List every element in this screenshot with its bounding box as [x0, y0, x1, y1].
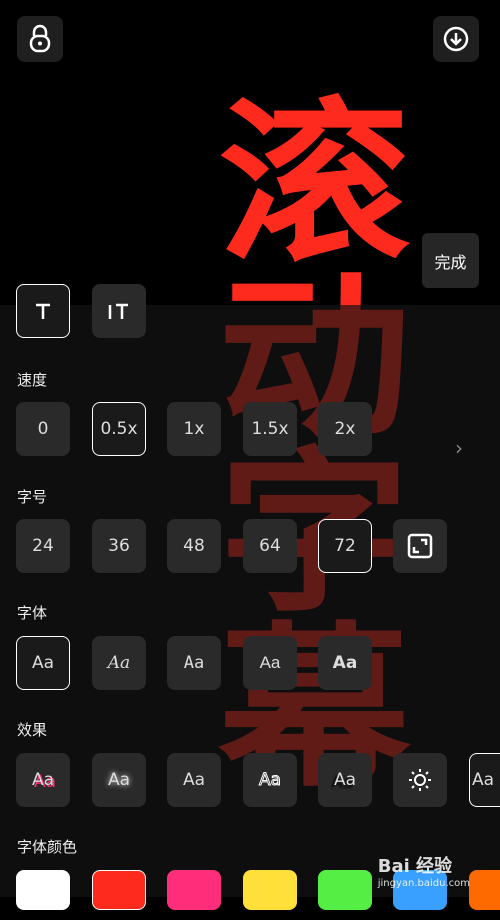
color-swatch-orange[interactable]	[469, 870, 500, 910]
size-option[interactable]: 36	[92, 519, 146, 573]
speed-option[interactable]: 1.5x	[243, 402, 297, 456]
watermark-text: Bai 经验	[377, 856, 453, 877]
effect-label: 效果	[17, 721, 48, 739]
settings-panel	[0, 305, 500, 897]
effect-option[interactable]: Aa	[469, 753, 500, 807]
font-option[interactable]: Aa	[318, 636, 372, 690]
speed-option[interactable]: 0.5x	[92, 402, 146, 456]
fit-size-button[interactable]	[393, 519, 447, 573]
size-option[interactable]: 48	[167, 519, 221, 573]
font-label: 字体	[17, 604, 48, 622]
download-icon	[443, 26, 469, 52]
done-button[interactable]: 完成	[422, 233, 479, 288]
speed-option[interactable]: 1x	[167, 402, 221, 456]
direction-horizontal-button[interactable]	[16, 284, 70, 338]
effect-option[interactable]: Aa	[16, 753, 70, 807]
lock-icon	[29, 24, 51, 53]
direction-vertical-button[interactable]	[92, 284, 146, 338]
text-vertical-icon	[108, 303, 128, 319]
font-option[interactable]: Aa	[16, 636, 70, 690]
color-swatch-red[interactable]	[92, 870, 146, 910]
font-option[interactable]: Aa	[167, 636, 221, 690]
size-option[interactable]: 72	[318, 519, 372, 573]
effect-option[interactable]: Aa	[243, 753, 297, 807]
size-label: 字号	[17, 488, 48, 506]
font-option[interactable]: Aa	[243, 636, 297, 690]
download-button[interactable]	[433, 16, 479, 62]
size-option[interactable]: 24	[16, 519, 70, 573]
color-label: 字体颜色	[17, 838, 78, 856]
color-swatch-white[interactable]	[16, 870, 70, 910]
sun-icon	[409, 769, 431, 791]
speed-option[interactable]: 0	[16, 402, 70, 456]
text-horizontal-icon	[36, 303, 50, 319]
speed-label: 速度	[17, 371, 48, 389]
color-swatch-green[interactable]	[318, 870, 372, 910]
size-option[interactable]: 64	[243, 519, 297, 573]
lock-button[interactable]	[17, 16, 63, 62]
effect-option[interactable]: Aa	[318, 753, 372, 807]
color-swatch-yellow[interactable]	[243, 870, 297, 910]
effect-option[interactable]: Aa	[92, 753, 146, 807]
speed-option[interactable]: 2x	[318, 402, 372, 456]
effect-option-sample: Aa	[472, 770, 495, 790]
effect-option[interactable]: Aa	[167, 753, 221, 807]
brightness-effect-button[interactable]	[393, 753, 447, 807]
watermark-url: jingyan.baidu.com	[377, 878, 470, 889]
watermark: Bai 经验 jingyan.baidu.com	[378, 852, 470, 889]
chevron-right-icon: ›	[455, 436, 463, 460]
resize-icon	[407, 533, 433, 559]
font-option[interactable]: Aa	[92, 636, 146, 690]
color-swatch-pink[interactable]	[167, 870, 221, 910]
